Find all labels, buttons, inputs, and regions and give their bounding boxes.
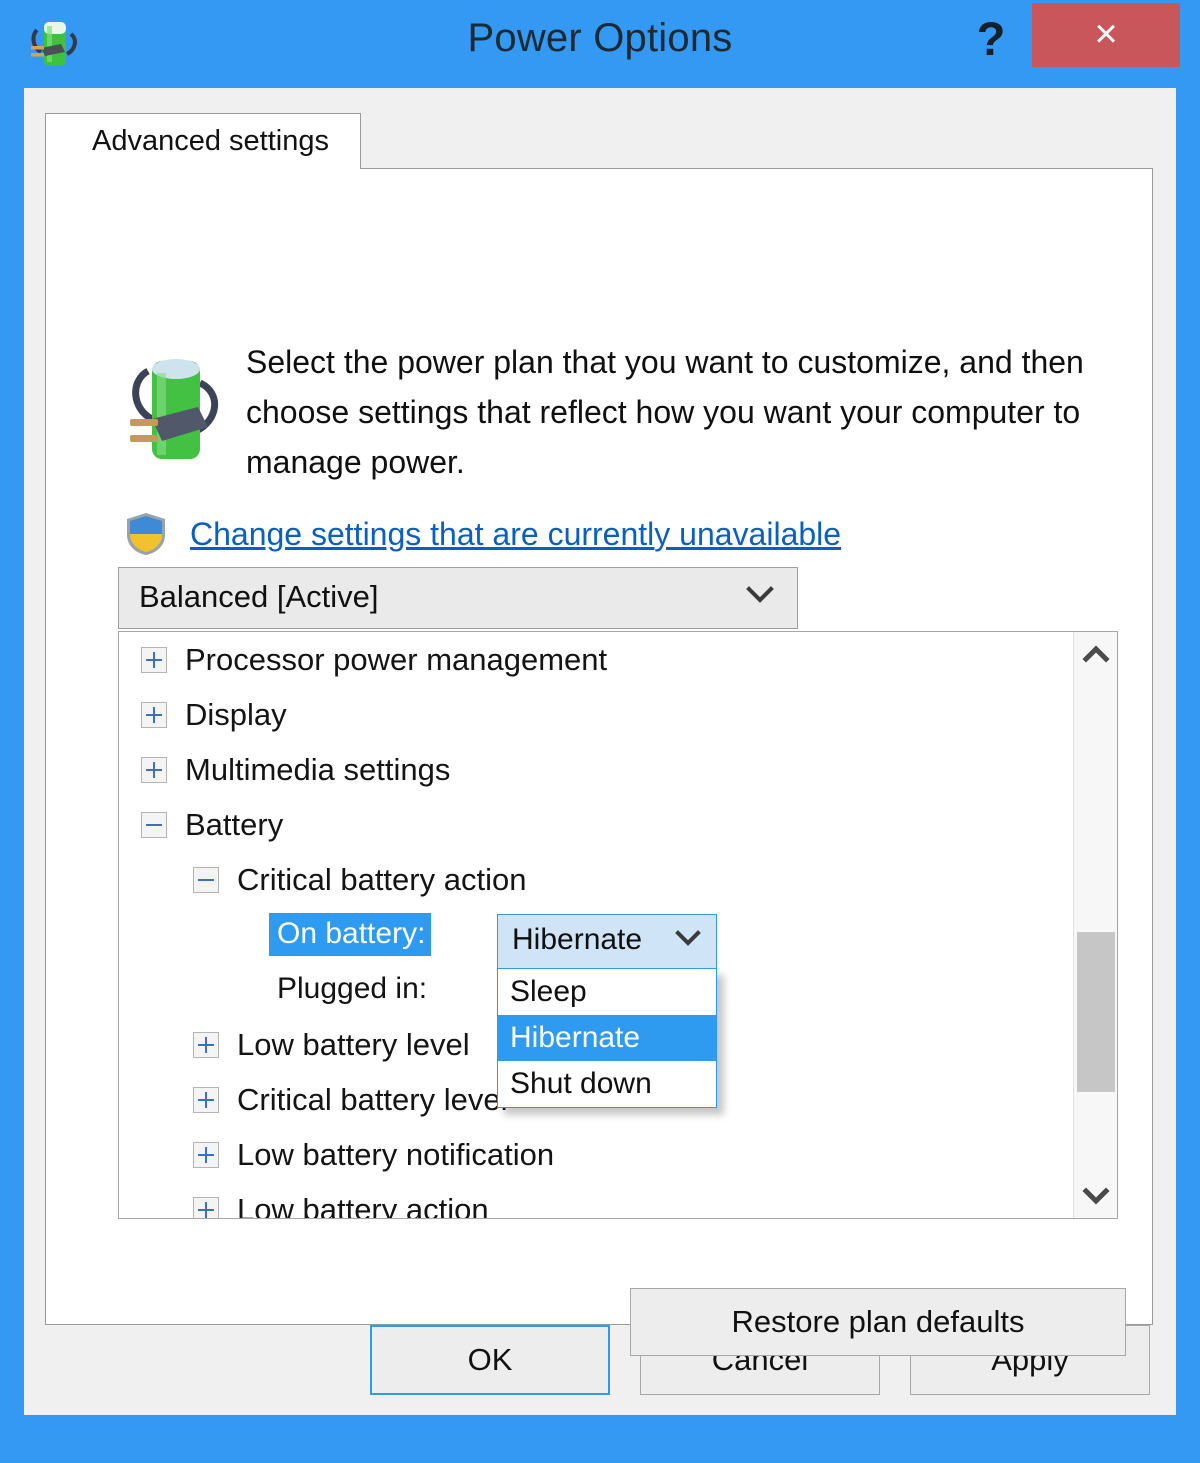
expand-icon[interactable] bbox=[141, 756, 167, 783]
tree-item-label: Battery bbox=[185, 806, 284, 842]
option-sleep[interactable]: Sleep bbox=[498, 969, 716, 1015]
option-hibernate[interactable]: Hibernate bbox=[498, 1015, 716, 1061]
tree-item-processor-power-management[interactable]: Processor power management bbox=[119, 632, 1061, 687]
critical-battery-action-value: Hibernate bbox=[512, 923, 643, 956]
help-button[interactable]: ? bbox=[960, 8, 1022, 70]
dialog-body: Advanced settings Select the power plan … bbox=[24, 88, 1176, 1415]
tab-advanced-settings[interactable]: Advanced settings bbox=[45, 113, 361, 169]
tree-item-low-battery-notification[interactable]: Low battery notification bbox=[119, 1127, 1061, 1182]
setting-label-on-battery: On battery: bbox=[269, 913, 432, 956]
tree-item-label: Low battery notification bbox=[237, 1136, 555, 1172]
advanced-settings-tree[interactable]: Processor power management Display Multi… bbox=[118, 631, 1118, 1219]
power-plan-select[interactable]: Balanced [Active] bbox=[118, 567, 798, 629]
tree-item-critical-battery-action[interactable]: Critical battery action bbox=[119, 852, 1061, 907]
tree-item-battery[interactable]: Battery bbox=[119, 797, 1061, 852]
tree-item-label: Multimedia settings bbox=[185, 751, 451, 787]
tree-item-multimedia-settings[interactable]: Multimedia settings bbox=[119, 742, 1061, 797]
expand-icon[interactable] bbox=[141, 701, 167, 728]
setting-label-plugged-in: Plugged in: bbox=[277, 972, 428, 1005]
intro-description: Select the power plan that you want to c… bbox=[246, 344, 1084, 480]
tree-item-label: Critical battery level bbox=[237, 1081, 508, 1117]
scrollbar-thumb[interactable] bbox=[1077, 932, 1115, 1092]
power-plan-value: Balanced [Active] bbox=[139, 579, 379, 614]
tab-panel-advanced-settings: Select the power plan that you want to c… bbox=[45, 168, 1153, 1356]
collapse-icon[interactable] bbox=[193, 866, 219, 893]
tree-item-label: Critical battery action bbox=[237, 861, 527, 897]
scroll-up-button[interactable] bbox=[1074, 632, 1117, 676]
close-button[interactable]: × bbox=[1032, 3, 1180, 67]
option-shut-down[interactable]: Shut down bbox=[498, 1061, 716, 1107]
expand-icon[interactable] bbox=[193, 1086, 219, 1113]
tree-item-low-battery-action[interactable]: Low battery action bbox=[119, 1182, 1061, 1219]
expand-icon[interactable] bbox=[193, 1031, 219, 1058]
change-unavailable-settings-link[interactable]: Change settings that are currently unava… bbox=[124, 509, 841, 559]
tab-label: Advanced settings bbox=[92, 125, 329, 157]
chevron-down-icon bbox=[674, 929, 702, 954]
close-icon: × bbox=[1094, 12, 1118, 56]
tree-item-display[interactable]: Display bbox=[119, 687, 1061, 742]
battery-plug-icon bbox=[122, 347, 226, 471]
ok-button[interactable]: OK bbox=[370, 1325, 610, 1395]
expand-icon[interactable] bbox=[141, 646, 167, 673]
tree-item-label: Processor power management bbox=[185, 641, 608, 677]
scroll-down-button[interactable] bbox=[1074, 1174, 1117, 1218]
uac-link-label: Change settings that are currently unava… bbox=[190, 515, 842, 552]
tree-item-label: Display bbox=[185, 696, 287, 732]
collapse-icon[interactable] bbox=[141, 811, 167, 838]
expand-icon[interactable] bbox=[193, 1141, 219, 1168]
title-bar: Power Options ? × bbox=[0, 0, 1200, 88]
restore-plan-defaults-button[interactable]: Restore plan defaults bbox=[630, 1288, 1126, 1356]
critical-battery-action-options[interactable]: Sleep Hibernate Shut down bbox=[497, 968, 717, 1108]
expand-icon[interactable] bbox=[193, 1196, 219, 1218]
tree-item-label: Low battery level bbox=[237, 1026, 470, 1062]
chevron-down-icon bbox=[745, 584, 775, 611]
tab-strip: Advanced settings Select the power plan … bbox=[45, 113, 1153, 1385]
critical-battery-action-select[interactable]: Hibernate bbox=[497, 914, 717, 969]
tree-item-label: Low battery action bbox=[237, 1191, 489, 1219]
tree-scrollbar[interactable] bbox=[1073, 632, 1117, 1218]
power-options-window: Power Options ? × Advanced settings Sele… bbox=[0, 0, 1200, 1463]
shield-icon bbox=[124, 511, 168, 557]
